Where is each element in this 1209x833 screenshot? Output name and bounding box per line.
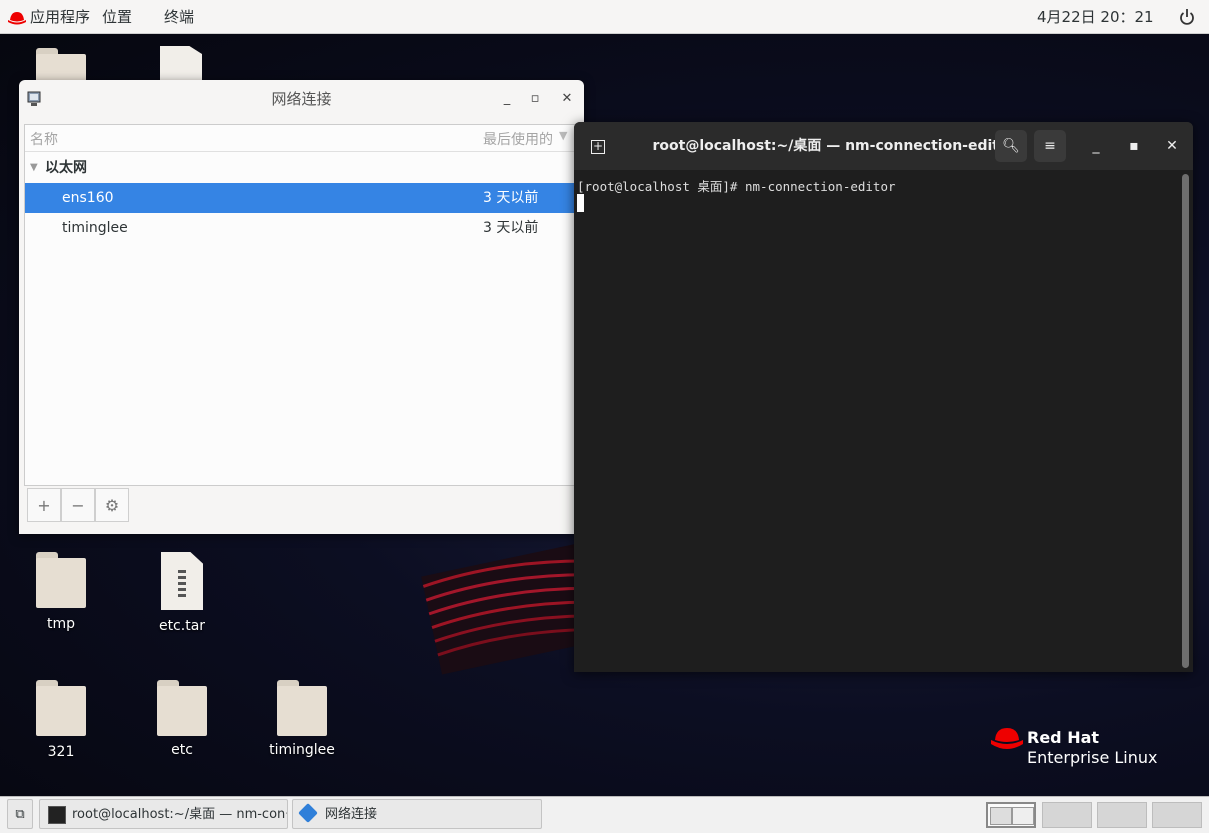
folder-icon: [36, 680, 86, 736]
brand-line2: Enterprise Linux: [1027, 748, 1158, 767]
archive-icon: [161, 552, 203, 610]
terminal-headerbar[interactable]: + root@localhost:~/桌面 — nm-connection-ed…: [574, 122, 1193, 170]
terminal-app-menu[interactable]: 终端: [164, 0, 194, 34]
remove-connection-button[interactable]: −: [61, 488, 95, 522]
icon-label: etc: [171, 742, 193, 758]
connection-last-used: 3 天以前: [483, 190, 539, 206]
clock[interactable]: 4月22日 20：21: [1037, 0, 1154, 34]
close-button[interactable]: ✕: [1156, 130, 1188, 162]
hamburger-menu-icon: ≡: [1044, 138, 1056, 154]
desktop-icon-tmp[interactable]: tmp: [11, 552, 111, 632]
new-tab-button[interactable]: +: [582, 130, 614, 162]
top-bar: 应用程序 位置 终端 4月22日 20：21: [0, 0, 1209, 34]
window-titlebar[interactable]: 网络连接 _ ▫ ✕: [19, 80, 584, 118]
list-toolbar: + − ⚙: [24, 486, 574, 528]
maximize-button[interactable]: ▪: [1118, 130, 1150, 162]
terminal-cursor: [577, 194, 584, 212]
redhat-logo-icon: [990, 724, 1024, 754]
connection-row[interactable]: timinglee 3 天以前: [25, 213, 575, 243]
settings-gear-button[interactable]: ⚙: [95, 488, 129, 522]
terminal-prompt-line: [root@localhost 桌面]# nm-connection-edito…: [577, 179, 896, 194]
column-header: 名称 最后使用的 ▼: [25, 125, 575, 152]
scrollbar[interactable]: [1182, 174, 1189, 668]
show-desktop-icon: ⧉: [15, 807, 25, 822]
terminal-title: root@localhost:~/桌面 — nm-connection-edit…: [652, 138, 1016, 154]
gear-icon: ⚙: [104, 496, 120, 515]
desktop-icon-timinglee[interactable]: timinglee: [252, 680, 352, 758]
redhat-hat-icon[interactable]: [8, 0, 26, 34]
menu-button[interactable]: ≡: [1034, 130, 1066, 162]
close-button[interactable]: ✕: [557, 89, 577, 109]
minimize-button[interactable]: _: [497, 89, 517, 109]
sort-down-icon: ▼: [559, 129, 568, 142]
expander-down-icon: ▼: [30, 162, 38, 173]
folder-icon: [36, 552, 86, 608]
connection-name: ens160: [62, 190, 114, 206]
redhat-branding: Red Hat Enterprise Linux: [990, 724, 1190, 774]
minimize-button[interactable]: _: [1080, 130, 1112, 162]
desktop-icon-etc-tar[interactable]: etc.tar: [132, 552, 232, 634]
wallpaper-graphic: [420, 540, 590, 680]
task-label: root@localhost:~/桌面 — nm-con···: [72, 807, 288, 822]
brand-line1: Red Hat: [1027, 728, 1100, 747]
terminal-icon: [48, 806, 66, 824]
connections-list: 名称 最后使用的 ▼ ▼ 以太网 ens160 3 天以前 timinglee …: [24, 124, 576, 486]
connection-row[interactable]: ens160 3 天以前: [25, 183, 575, 213]
connection-last-used: 3 天以前: [483, 220, 539, 236]
icon-label: 321: [47, 744, 75, 760]
icon-label: tmp: [46, 616, 75, 632]
show-desktop-button[interactable]: ⧉: [7, 799, 33, 829]
column-last-used[interactable]: 最后使用的: [483, 129, 553, 149]
bottom-taskbar: ⧉ root@localhost:~/桌面 — nm-con··· 网络连接: [0, 796, 1209, 833]
folder-icon: [277, 680, 327, 736]
task-terminal[interactable]: root@localhost:~/桌面 — nm-con···: [39, 799, 288, 829]
workspace-3[interactable]: [1097, 802, 1147, 828]
group-row-ethernet[interactable]: ▼ 以太网: [25, 153, 575, 183]
connection-name: timinglee: [62, 220, 128, 236]
applications-menu[interactable]: 应用程序: [30, 0, 90, 34]
desktop-icon-321[interactable]: 321: [11, 680, 111, 760]
desktop-icon-etc[interactable]: etc: [132, 680, 232, 758]
network-connections-window: 网络连接 _ ▫ ✕ 名称 最后使用的 ▼ ▼ 以太网 ens160 3 天以前…: [19, 80, 584, 534]
workspace-1[interactable]: [986, 802, 1036, 828]
icon-label: etc.tar: [158, 618, 206, 634]
terminal-window: + root@localhost:~/桌面 — nm-connection-ed…: [574, 122, 1193, 672]
column-name[interactable]: 名称: [30, 129, 58, 149]
workspace-2[interactable]: [1042, 802, 1092, 828]
power-icon[interactable]: [1179, 0, 1195, 34]
search-icon: 🔍︎: [1002, 138, 1020, 154]
folder-icon: [157, 680, 207, 736]
task-label: 网络连接: [325, 807, 378, 822]
search-button[interactable]: 🔍︎: [995, 130, 1027, 162]
task-network-connections[interactable]: 网络连接: [292, 799, 542, 829]
places-menu[interactable]: 位置: [102, 0, 132, 34]
workspace-4[interactable]: [1152, 802, 1202, 828]
terminal-output[interactable]: [root@localhost 桌面]# nm-connection-edito…: [574, 170, 1193, 672]
maximize-button[interactable]: ▫: [525, 89, 545, 109]
group-label: 以太网: [45, 160, 87, 176]
network-icon: [298, 803, 318, 823]
new-tab-icon: +: [591, 139, 605, 154]
add-connection-button[interactable]: +: [27, 488, 61, 522]
icon-label: timinglee: [269, 742, 335, 758]
